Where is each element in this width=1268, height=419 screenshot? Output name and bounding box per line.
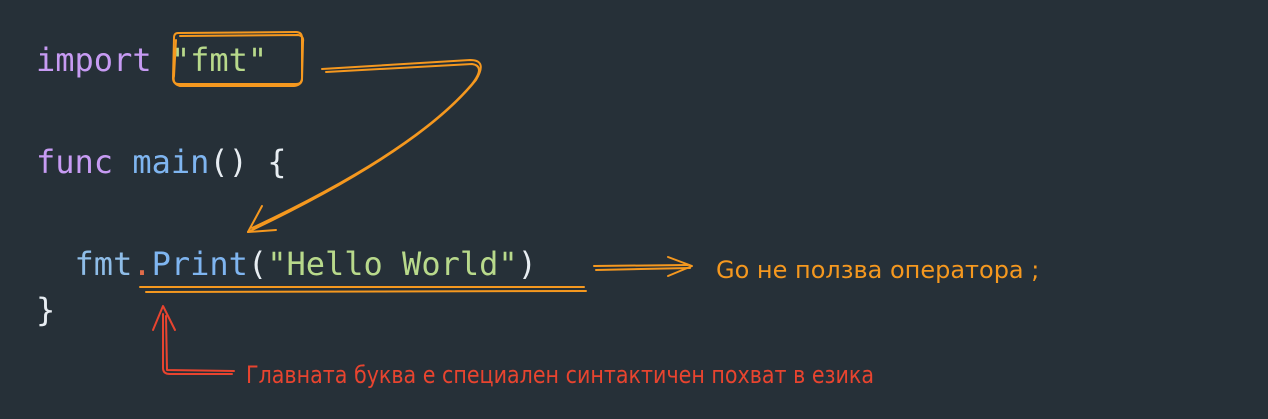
print-call-underline — [139, 286, 587, 293]
semicolon-annotation: Go не ползва оператора ; — [716, 256, 1040, 284]
code-canvas: import "fmt" func main() { fmt.Print("He… — [0, 0, 1268, 419]
capital-letter-annotation: Главната буква е специален синтактичен п… — [246, 361, 875, 389]
annotation-overlay — [139, 30, 693, 375]
fmt-highlight-box — [171, 30, 305, 87]
capital-letter-arrow — [152, 305, 235, 375]
semicolon-note-arrow — [593, 256, 693, 277]
